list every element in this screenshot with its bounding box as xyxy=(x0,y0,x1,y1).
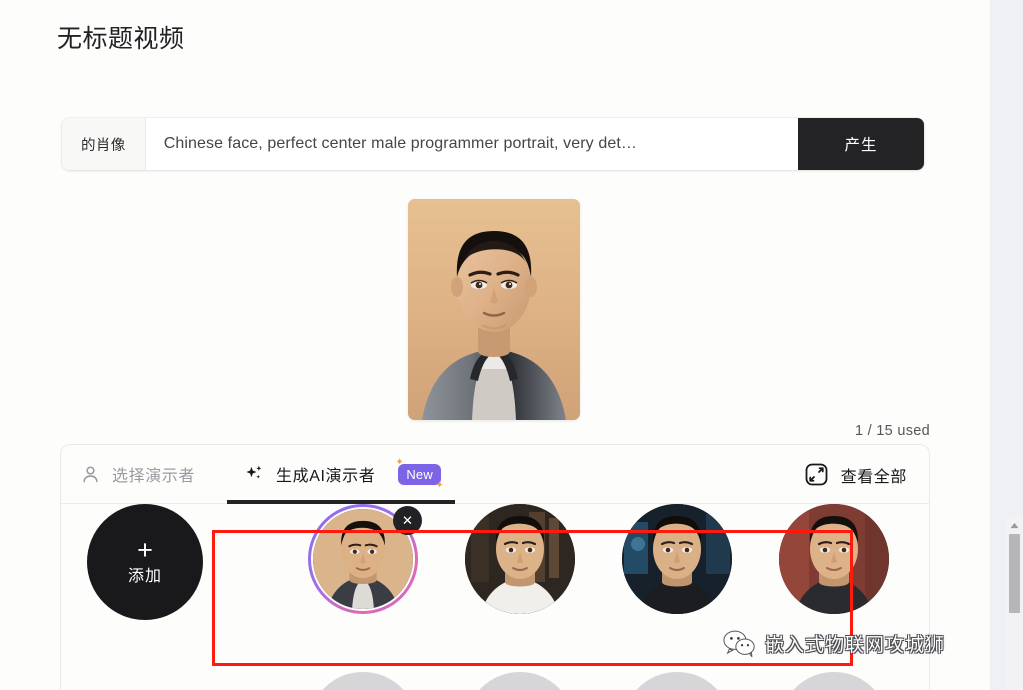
presenter-tabbar: 选择演示者 生成AI演示者 ✦ New ✦ 查看全部 xyxy=(61,445,929,504)
sparkle-decor-icon: ✦ xyxy=(395,456,404,468)
usage-counter: 1 / 15 used xyxy=(854,423,930,439)
presenter-panel: 选择演示者 生成AI演示者 ✦ New ✦ 查看全部 + 添加 ✕ xyxy=(60,444,930,690)
avatar-thumbnail-3[interactable] xyxy=(622,504,732,614)
avatar-thumbnail-2[interactable] xyxy=(465,504,575,614)
avatar-item-8[interactable] xyxy=(779,672,889,690)
tab-choose-presenter-label: 选择演示者 xyxy=(112,468,196,485)
avatar-item-1[interactable]: ✕ xyxy=(308,504,422,614)
generated-portrait-image[interactable] xyxy=(408,199,580,420)
prompt-input[interactable] xyxy=(145,118,798,170)
prompt-subject-label: 的肖像 xyxy=(62,118,146,170)
remove-avatar-button[interactable]: ✕ xyxy=(393,506,422,535)
avatar-item-4[interactable] xyxy=(779,504,889,614)
avatar-thumbnail-4[interactable] xyxy=(779,504,889,614)
view-all-button[interactable]: 查看全部 xyxy=(804,445,907,504)
new-badge: ✦ New ✦ xyxy=(395,457,443,490)
scroll-up-arrow-icon[interactable] xyxy=(1006,518,1023,532)
page-title: 无标题视频 xyxy=(57,25,185,53)
avatar-item-2[interactable] xyxy=(465,504,575,614)
sparkle-decor-icon-2: ✦ xyxy=(435,479,444,491)
vertical-scrollbar[interactable] xyxy=(1006,516,1023,690)
sparkles-icon xyxy=(243,463,265,485)
plus-icon: + xyxy=(137,534,153,565)
add-avatar-label: 添加 xyxy=(127,567,162,585)
avatar-item-7[interactable] xyxy=(622,672,732,690)
view-all-label: 查看全部 xyxy=(840,468,907,486)
avatar-item-5[interactable] xyxy=(308,672,418,690)
expand-icon xyxy=(804,462,829,487)
add-avatar-button[interactable]: + 添加 xyxy=(87,504,203,620)
avatar-item-3[interactable] xyxy=(622,504,732,614)
avatar-strip: + 添加 ✕ xyxy=(61,504,929,690)
avatar-item-6[interactable] xyxy=(465,672,575,690)
prompt-bar: 的肖像 产生 xyxy=(62,118,924,170)
tab-choose-presenter[interactable]: 选择演示者 xyxy=(80,445,195,504)
tab-generate-ai-presenter-label: 生成AI演示者 xyxy=(276,468,376,485)
generate-button[interactable]: 产生 xyxy=(798,118,924,170)
new-badge-label: New xyxy=(406,466,433,482)
person-icon xyxy=(80,464,101,485)
app-root: 无标题视频 的肖像 产生 xyxy=(0,0,1023,690)
tab-generate-ai-presenter[interactable]: 生成AI演示者 ✦ New ✦ xyxy=(227,445,455,504)
scrollbar-thumb[interactable] xyxy=(1009,534,1020,613)
